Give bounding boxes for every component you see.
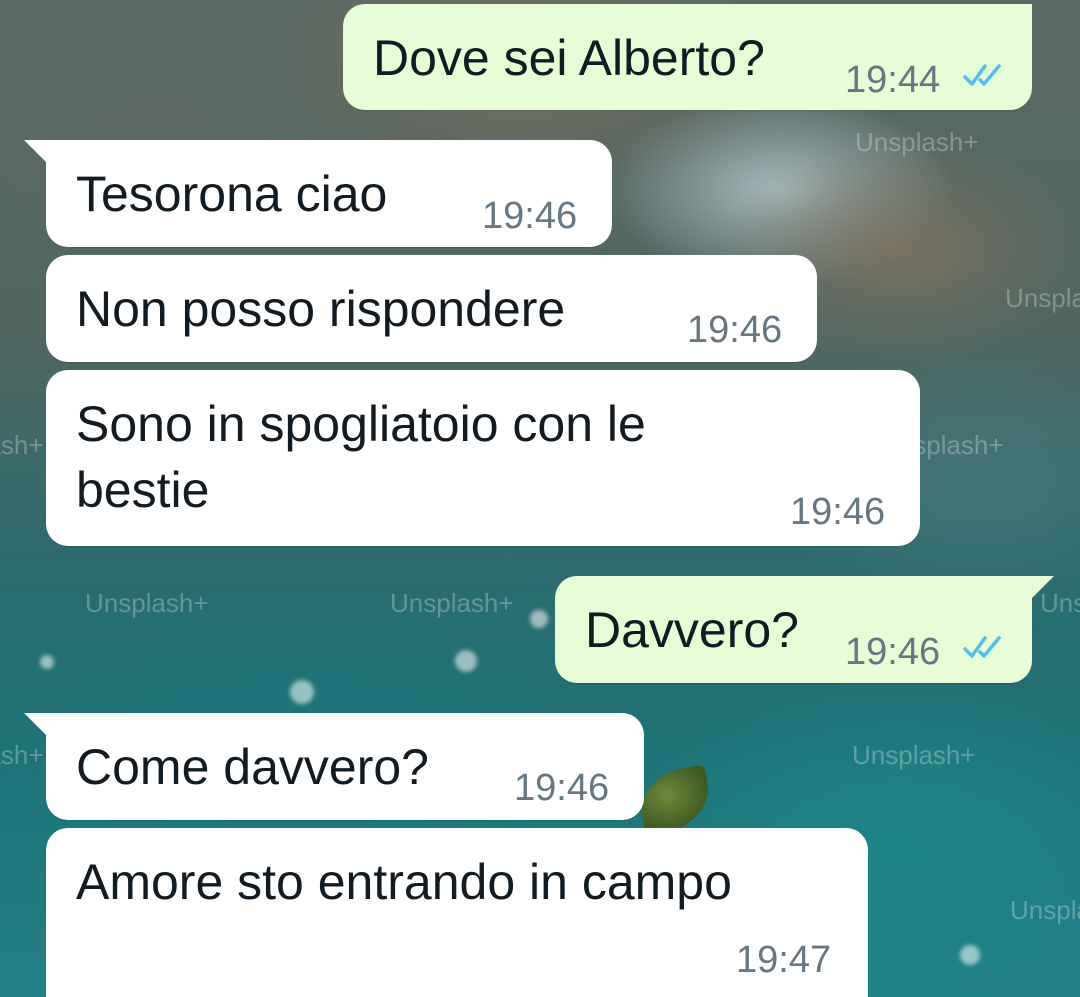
wallpaper-watermark: Unsplash+: [855, 127, 979, 157]
message-time: 19:47: [736, 939, 832, 981]
bubble-tail: [1032, 576, 1054, 598]
wallpaper-leaf: [635, 764, 715, 836]
wallpaper-watermark: Unsplash+: [0, 740, 44, 770]
message-bubble-incoming[interactable]: Amore sto entrando in campo 19:47: [46, 828, 868, 997]
message-time: 19:46: [687, 309, 783, 351]
wallpaper-watermark: Unsplash+: [1010, 895, 1080, 925]
message-text: Tesorona ciao: [76, 166, 388, 222]
wallpaper-bokeh: [455, 650, 477, 672]
wallpaper-bokeh: [290, 680, 314, 704]
wallpaper-watermark: Unsplash+: [85, 588, 209, 618]
message-text: Amore sto entrando in campo: [76, 854, 732, 910]
wallpaper-watermark: Unsplash+: [1005, 283, 1080, 313]
wallpaper-bokeh: [40, 655, 54, 669]
wallpaper-watermark: Unsplash+: [852, 740, 976, 770]
message-time: 19:46: [845, 631, 941, 673]
message-bubble-outgoing[interactable]: Davvero? 19:46: [555, 576, 1032, 683]
message-bubble-incoming[interactable]: Come davvero? 19:46: [46, 713, 644, 820]
bubble-tail: [24, 713, 46, 735]
message-time: 19:46: [790, 491, 886, 533]
wallpaper-bokeh: [530, 610, 548, 628]
message-bubble-incoming[interactable]: Non posso rispondere 19:46: [46, 255, 817, 362]
message-time: 19:46: [514, 767, 610, 809]
message-time: 19:46: [482, 195, 578, 237]
message-text: Non posso rispondere: [76, 281, 566, 337]
double-check-icon: [963, 636, 1001, 658]
double-check-icon: [963, 64, 1001, 86]
message-text-line: Sono in spogliatoio con le: [76, 396, 646, 452]
message-text-line: bestie: [76, 462, 210, 518]
bubble-tail: [24, 140, 46, 162]
wallpaper-watermark: Unsplash+: [0, 430, 44, 460]
message-text: Come davvero?: [76, 739, 429, 795]
wallpaper-bokeh: [960, 945, 980, 965]
message-bubble-incoming[interactable]: Tesorona ciao 19:46: [46, 140, 612, 247]
message-time: 19:44: [845, 59, 941, 101]
message-text: Dove sei Alberto?: [373, 30, 765, 86]
message-text: Davvero?: [585, 602, 799, 658]
message-bubble-incoming[interactable]: Sono in spogliatoio con le bestie 19:46: [46, 370, 920, 546]
message-bubble-outgoing[interactable]: Dove sei Alberto? 19:44: [343, 4, 1032, 110]
wallpaper-watermark: Unsplash+: [390, 588, 514, 618]
